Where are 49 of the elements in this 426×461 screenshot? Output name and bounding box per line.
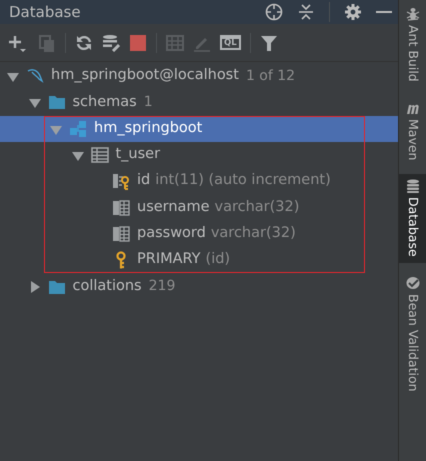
tool-window-tab[interactable]: Database bbox=[399, 174, 426, 263]
folder-icon bbox=[48, 93, 66, 112]
node-count: 1 bbox=[144, 92, 153, 112]
node-type: varchar(32) bbox=[210, 224, 296, 244]
ant-icon bbox=[406, 7, 420, 21]
column-icon bbox=[112, 198, 130, 217]
node-label[interactable]: t_user bbox=[116, 144, 160, 166]
node-count: 219 bbox=[148, 277, 176, 296]
table-icon bbox=[166, 34, 184, 52]
bean-check-icon bbox=[406, 276, 420, 290]
collapse-button[interactable] bbox=[297, 3, 315, 21]
add-button[interactable] bbox=[8, 34, 26, 52]
schema-icon bbox=[69, 120, 87, 138]
collapse-icon bbox=[297, 3, 315, 21]
node-label[interactable]: hm_springboot@localhost bbox=[51, 65, 239, 88]
settings-button[interactable] bbox=[344, 3, 362, 21]
node-type: int(11) (auto increment) bbox=[155, 171, 331, 190]
target-icon bbox=[265, 3, 283, 21]
stop-button[interactable] bbox=[129, 34, 147, 52]
panel-title: Database bbox=[9, 2, 81, 23]
minimize-icon bbox=[376, 11, 392, 13]
tool-window-tab[interactable]: Ant Build bbox=[399, 2, 426, 88]
refresh-icon bbox=[75, 34, 93, 52]
console-button[interactable]: QL bbox=[220, 35, 241, 50]
refresh-button[interactable] bbox=[75, 34, 93, 52]
database-wrench-icon bbox=[102, 34, 120, 52]
filter-icon bbox=[260, 34, 278, 52]
node-label[interactable]: username bbox=[137, 196, 210, 218]
target-button[interactable] bbox=[265, 3, 283, 21]
column-icon bbox=[112, 224, 130, 243]
node-count: 1 of 12 bbox=[246, 66, 296, 86]
node-label[interactable]: password bbox=[137, 223, 206, 245]
key-column-icon bbox=[112, 172, 130, 190]
tool-window-tab[interactable]: Bean Validation bbox=[399, 270, 426, 398]
node-label[interactable]: PRIMARY bbox=[137, 249, 201, 272]
table-icon bbox=[90, 146, 108, 164]
filter-button[interactable] bbox=[260, 34, 278, 52]
node-label[interactable]: id bbox=[137, 170, 150, 192]
settings-icon bbox=[344, 3, 362, 21]
stop-icon bbox=[129, 34, 147, 52]
node-type: (id) bbox=[206, 250, 230, 270]
node-type: varchar(32) bbox=[214, 198, 300, 217]
node-label[interactable]: collations bbox=[72, 276, 142, 298]
tool-window-tab[interactable]: Maven bbox=[399, 96, 426, 166]
copy-icon bbox=[38, 34, 56, 52]
node-label[interactable]: schemas bbox=[72, 92, 137, 114]
database-icon bbox=[406, 179, 420, 194]
add-icon bbox=[8, 34, 26, 52]
schema-tool-button[interactable] bbox=[102, 34, 120, 52]
